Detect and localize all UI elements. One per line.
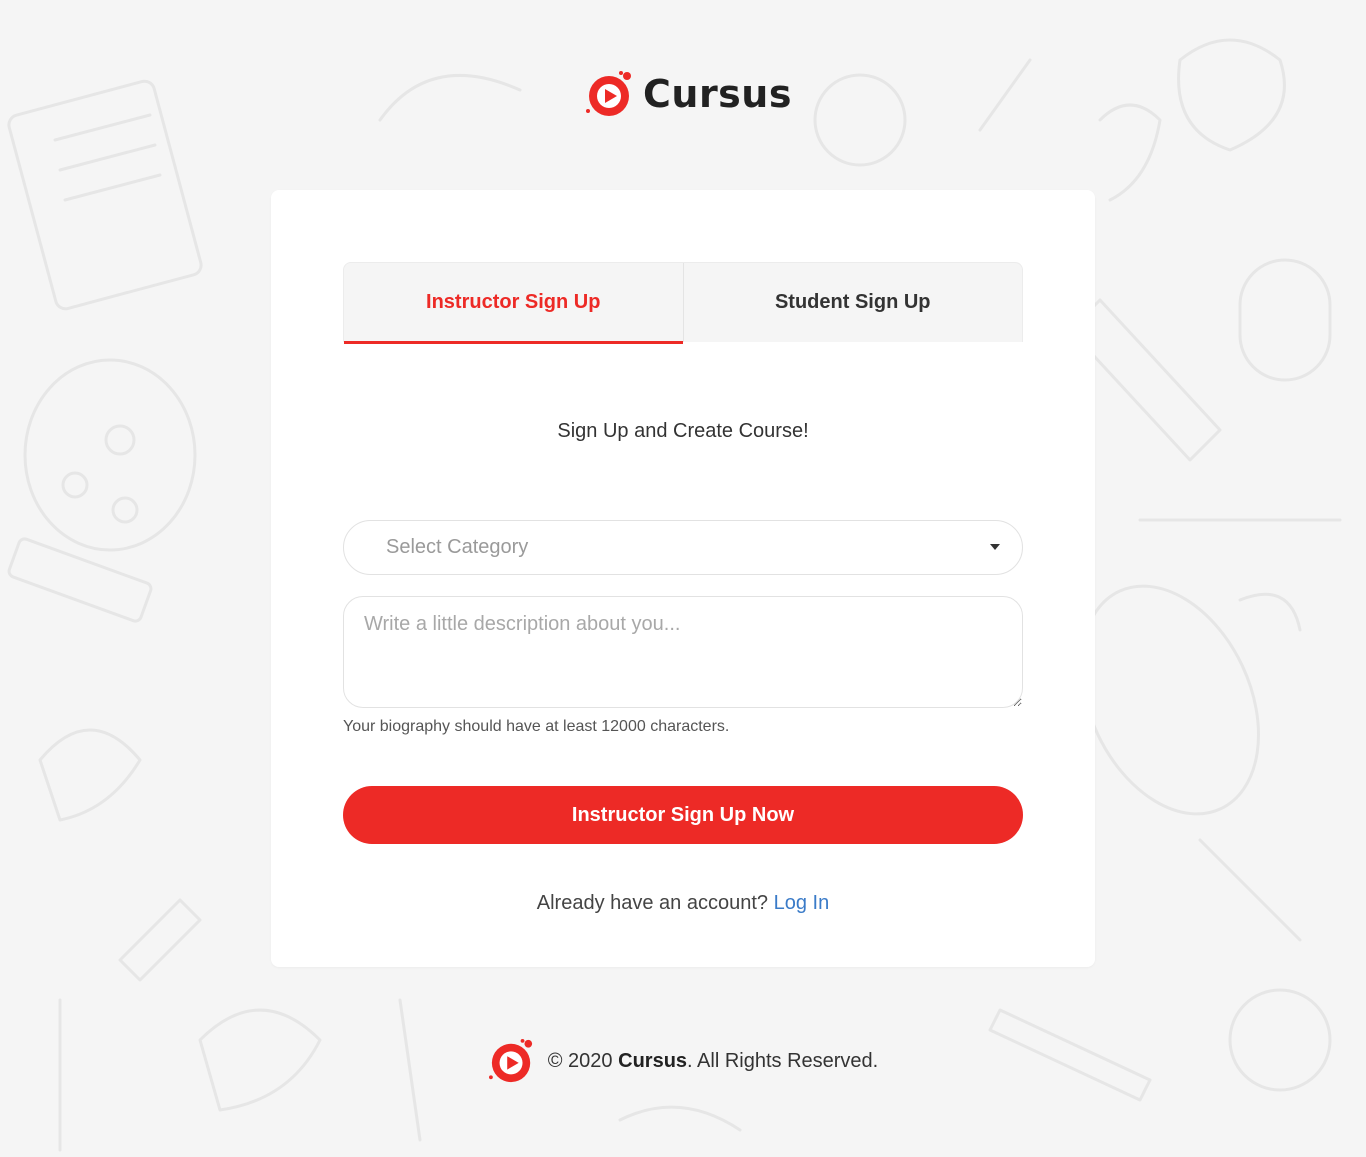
form-subtitle: Sign Up and Create Course!	[557, 420, 809, 442]
caret-down-icon	[990, 544, 1000, 550]
bio-helper-text: Your biography should have at least 1200…	[343, 718, 730, 735]
copyright-suffix: . All Rights Reserved.	[687, 1049, 879, 1072]
signup-tabs: Instructor Sign Up Student Sign Up	[343, 262, 1023, 344]
cursus-play-logo-icon	[586, 71, 631, 116]
tab-instructor-sign-up[interactable]: Instructor Sign Up	[344, 263, 683, 344]
signup-card: Instructor Sign Up Student Sign Up Sign …	[271, 190, 1095, 967]
bio-textarea[interactable]	[343, 596, 1023, 708]
log-in-link[interactable]: Log In	[774, 892, 830, 914]
cursus-logo[interactable]: Cursus	[585, 70, 792, 118]
category-select[interactable]: Select Category	[343, 520, 1023, 575]
copyright-brand: Cursus	[618, 1049, 688, 1072]
cursus-play-logo-icon	[488, 1038, 532, 1083]
tab-student-sign-up[interactable]: Student Sign Up	[682, 263, 1023, 342]
copyright-prefix: © 2020	[547, 1049, 613, 1072]
brand-name: Cursus	[643, 72, 792, 116]
category-select-value: Select Category	[386, 536, 529, 558]
bio-field-wrapper	[343, 596, 1023, 708]
instructor-sign-up-button[interactable]: Instructor Sign Up Now	[343, 786, 1023, 844]
footer: © 2020 Cursus. All Rights Reserved.	[0, 1038, 1366, 1084]
login-prompt-text: Already have an account?	[536, 892, 769, 914]
login-prompt: Already have an account? Log In	[271, 892, 1095, 915]
